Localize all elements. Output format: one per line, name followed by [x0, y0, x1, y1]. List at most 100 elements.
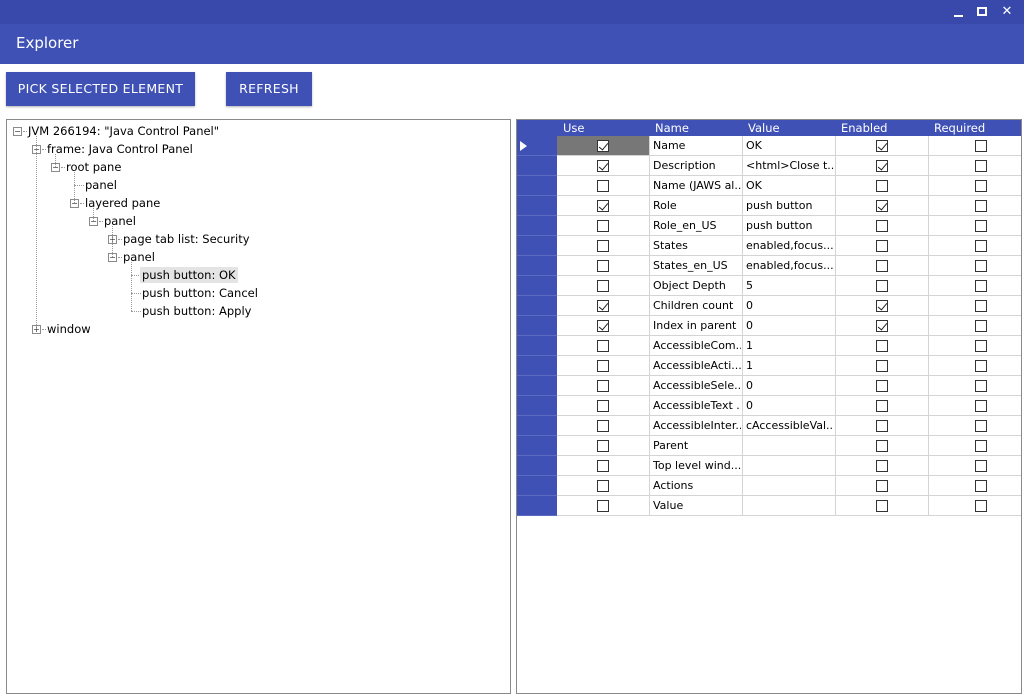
- grid-row[interactable]: Value: [517, 496, 1021, 516]
- row-header[interactable]: [517, 396, 557, 416]
- cell-value[interactable]: enabled,focus...: [743, 256, 836, 276]
- required-checkbox[interactable]: [975, 460, 987, 472]
- cell-name[interactable]: States_en_US: [650, 256, 743, 276]
- cell-value[interactable]: <html>Close t...: [743, 156, 836, 176]
- tree-node-label[interactable]: layered pane: [83, 195, 162, 211]
- cell-name[interactable]: Role_en_US: [650, 216, 743, 236]
- row-header[interactable]: [517, 376, 557, 396]
- grid-row[interactable]: AccessibleInter... cAccessibleVal...: [517, 416, 1021, 436]
- cell-name[interactable]: Description: [650, 156, 743, 176]
- cell-value[interactable]: 0: [743, 396, 836, 416]
- cell-name[interactable]: AccessibleInter...: [650, 416, 743, 436]
- cell-value[interactable]: OK: [743, 176, 836, 196]
- enabled-checkbox[interactable]: [876, 260, 888, 272]
- required-checkbox[interactable]: [975, 280, 987, 292]
- enabled-checkbox[interactable]: [876, 180, 888, 192]
- cell-name[interactable]: Object Depth: [650, 276, 743, 296]
- collapse-icon[interactable]: −: [13, 127, 22, 136]
- required-checkbox[interactable]: [975, 220, 987, 232]
- required-checkbox[interactable]: [975, 380, 987, 392]
- required-checkbox[interactable]: [975, 240, 987, 252]
- row-header[interactable]: [517, 296, 557, 316]
- grid-row[interactable]: Top level wind...: [517, 456, 1021, 476]
- use-checkbox[interactable]: [597, 340, 609, 352]
- use-checkbox[interactable]: [597, 280, 609, 292]
- use-checkbox[interactable]: [597, 220, 609, 232]
- enabled-checkbox[interactable]: [876, 440, 888, 452]
- tree-node-label[interactable]: page tab list: Security: [121, 231, 252, 247]
- required-checkbox[interactable]: [975, 360, 987, 372]
- row-header[interactable]: [517, 316, 557, 336]
- use-checkbox[interactable]: [597, 480, 609, 492]
- row-header[interactable]: [517, 256, 557, 276]
- required-checkbox[interactable]: [975, 300, 987, 312]
- cell-name[interactable]: Actions: [650, 476, 743, 496]
- enabled-checkbox[interactable]: [876, 480, 888, 492]
- required-checkbox[interactable]: [975, 320, 987, 332]
- grid-row[interactable]: AccessibleSele... 0: [517, 376, 1021, 396]
- accessibility-tree-panel[interactable]: − JVM 266194: "Java Control Panel" − frame:…: [6, 119, 511, 694]
- cell-value[interactable]: 0: [743, 296, 836, 316]
- row-header[interactable]: [517, 336, 557, 356]
- row-header[interactable]: [517, 416, 557, 436]
- cell-value[interactable]: 1: [743, 356, 836, 376]
- grid-row[interactable]: Object Depth 5: [517, 276, 1021, 296]
- use-checkbox[interactable]: [597, 260, 609, 272]
- use-checkbox[interactable]: [597, 300, 609, 312]
- required-checkbox[interactable]: [975, 180, 987, 192]
- use-checkbox[interactable]: [597, 380, 609, 392]
- enabled-checkbox[interactable]: [876, 360, 888, 372]
- required-checkbox[interactable]: [975, 480, 987, 492]
- grid-row[interactable]: Actions: [517, 476, 1021, 496]
- grid-row[interactable]: Description <html>Close t...: [517, 156, 1021, 176]
- cell-value[interactable]: [743, 496, 836, 516]
- use-checkbox[interactable]: [597, 500, 609, 512]
- tree-node-label[interactable]: JVM 266194: "Java Control Panel": [26, 123, 221, 139]
- minimize-button[interactable]: [947, 2, 969, 22]
- enabled-checkbox[interactable]: [876, 380, 888, 392]
- column-header-name[interactable]: Name: [655, 120, 689, 136]
- tree-node-label[interactable]: root pane: [64, 159, 123, 175]
- cell-name[interactable]: Value: [650, 496, 743, 516]
- use-checkbox[interactable]: [597, 320, 609, 332]
- row-header[interactable]: [517, 236, 557, 256]
- row-header[interactable]: [517, 496, 557, 516]
- required-checkbox[interactable]: [975, 260, 987, 272]
- row-header[interactable]: [517, 136, 557, 156]
- tree-node-label[interactable]: frame: Java Control Panel: [45, 141, 195, 157]
- use-checkbox[interactable]: [597, 360, 609, 372]
- cell-name[interactable]: States: [650, 236, 743, 256]
- cell-name[interactable]: AccessibleSele...: [650, 376, 743, 396]
- enabled-checkbox[interactable]: [876, 420, 888, 432]
- use-checkbox[interactable]: [597, 160, 609, 172]
- required-checkbox[interactable]: [975, 400, 987, 412]
- properties-grid[interactable]: Use Name Value Enabled Required Name OK De…: [516, 119, 1022, 694]
- cell-name[interactable]: AccessibleText ...: [650, 396, 743, 416]
- tree-node-label[interactable]: push button: Apply: [140, 303, 253, 319]
- enabled-checkbox[interactable]: [876, 280, 888, 292]
- use-checkbox[interactable]: [597, 180, 609, 192]
- tree-node-label[interactable]: window: [45, 321, 93, 337]
- cell-name[interactable]: Top level wind...: [650, 456, 743, 476]
- cell-value[interactable]: 5: [743, 276, 836, 296]
- cell-value[interactable]: cAccessibleVal...: [743, 416, 836, 436]
- row-header[interactable]: [517, 276, 557, 296]
- cell-name[interactable]: Children count: [650, 296, 743, 316]
- column-header-value[interactable]: Value: [748, 120, 780, 136]
- grid-row[interactable]: AccessibleActi... 1: [517, 356, 1021, 376]
- grid-row[interactable]: States enabled,focus...: [517, 236, 1021, 256]
- cell-value[interactable]: 0: [743, 316, 836, 336]
- required-checkbox[interactable]: [975, 440, 987, 452]
- tree-node-label[interactable]: panel: [83, 177, 119, 193]
- column-header-required[interactable]: Required: [934, 120, 985, 136]
- required-checkbox[interactable]: [975, 340, 987, 352]
- cell-value[interactable]: 1: [743, 336, 836, 356]
- enabled-checkbox[interactable]: [876, 320, 888, 332]
- enabled-checkbox[interactable]: [876, 240, 888, 252]
- use-checkbox[interactable]: [597, 460, 609, 472]
- cell-name[interactable]: AccessibleCom...: [650, 336, 743, 356]
- enabled-checkbox[interactable]: [876, 460, 888, 472]
- tree-node-label[interactable]: panel: [121, 249, 157, 265]
- grid-row[interactable]: Children count 0: [517, 296, 1021, 316]
- enabled-checkbox[interactable]: [876, 300, 888, 312]
